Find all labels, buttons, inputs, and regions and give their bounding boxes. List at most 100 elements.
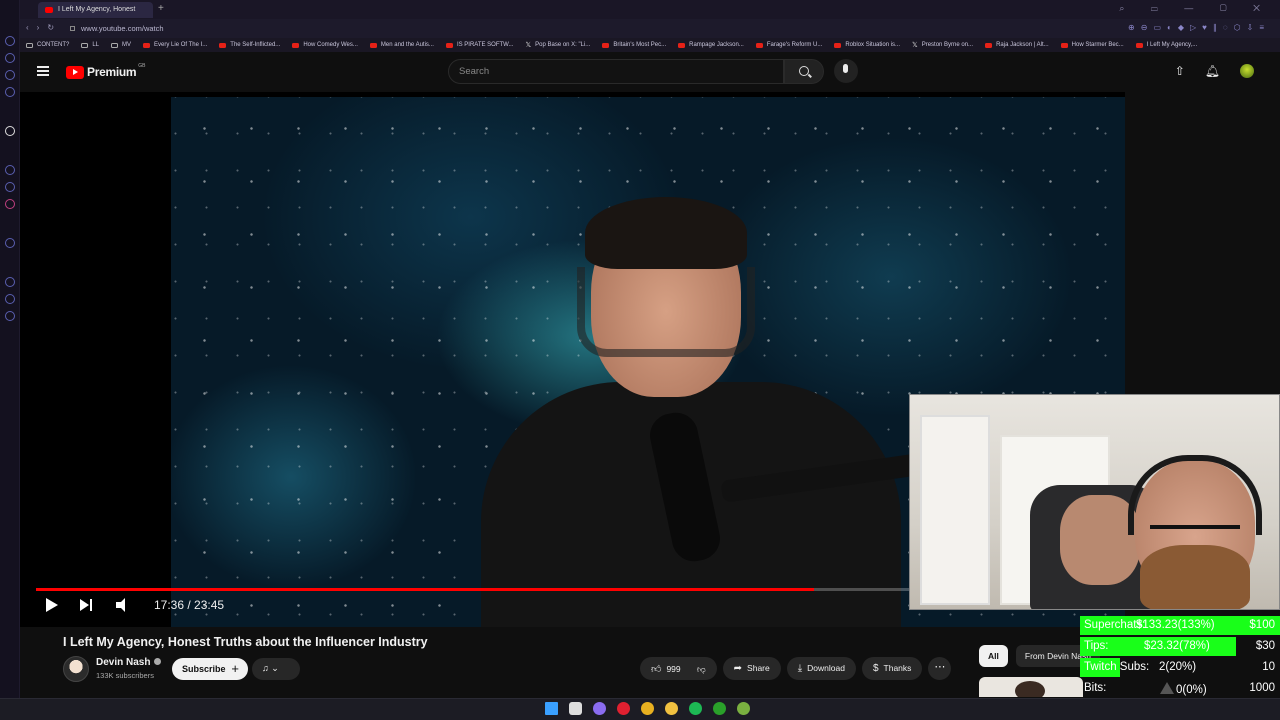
like-button[interactable]: 👍︎ 999 👎︎: [640, 657, 717, 680]
goal-target: $30: [1255, 640, 1275, 652]
youtube-favicon-icon: [602, 42, 610, 48]
bookmark-label: CONTENT?: [37, 42, 70, 48]
file-explorer-icon[interactable]: [665, 702, 678, 715]
bookmark-item[interactable]: Roblox Situation is...: [834, 42, 900, 48]
sidebar-app-icon[interactable]: [5, 238, 15, 248]
video-title: I Left My Agency, Honest Truths about th…: [63, 635, 428, 649]
copilot-icon[interactable]: [593, 702, 606, 715]
navigation-buttons[interactable]: ‹›↻: [26, 23, 62, 32]
sidebar-app-icon[interactable]: [5, 70, 15, 80]
goal-value-wrap: $133.23(133%): [1136, 619, 1215, 631]
video-actions: 👍︎ 999 👎︎ ➦ Share ⤓ Download $ Thanks ⋯: [640, 657, 952, 680]
channel-name: Devin Nash: [96, 657, 151, 668]
bookmark-item[interactable]: Rampage Jackson...: [678, 42, 744, 48]
bookmark-item[interactable]: LL: [81, 42, 99, 48]
bookmark-item[interactable]: The Self-Inflicted...: [219, 42, 280, 48]
bookmark-label: MV: [122, 42, 132, 48]
bookmark-label: LL: [92, 42, 100, 48]
search-input[interactable]: Search: [448, 59, 784, 84]
browser-tab[interactable]: I Left My Agency, Honest: [38, 2, 153, 18]
sidebar-app-icon[interactable]: [5, 87, 15, 97]
youtube-favicon-icon: [219, 42, 227, 48]
chip-all[interactable]: All: [979, 645, 1008, 667]
bookmark-item[interactable]: IS PIRATE SOFTW...: [445, 42, 514, 48]
share-button[interactable]: ➦ Share: [722, 657, 781, 680]
settings-icon[interactable]: [5, 311, 15, 321]
bookmark-item[interactable]: How Starmer Bec...: [1060, 42, 1124, 48]
chevron-down-icon: ⌄: [271, 663, 279, 673]
folder-icon: [111, 42, 119, 48]
bookmark-item[interactable]: Raja Jackson | Alt...: [985, 42, 1049, 48]
sidebar-app-icon[interactable]: [5, 126, 15, 136]
channel-name-row[interactable]: Devin Nash: [96, 657, 162, 668]
bookmark-item[interactable]: How Comedy Wes...: [292, 42, 358, 48]
bookmark-item[interactable]: MV: [111, 42, 131, 48]
sidebar-app-icon[interactable]: [5, 294, 15, 304]
chrome-icon[interactable]: [641, 702, 654, 715]
goal-value: $23.32(78%): [1144, 640, 1210, 652]
goal-label: Tips:: [1084, 640, 1109, 652]
subscribe-button[interactable]: Subscribe +: [172, 658, 248, 680]
channel-avatar[interactable]: [63, 656, 89, 682]
account-avatar[interactable]: [1240, 64, 1254, 78]
thanks-button[interactable]: $ Thanks: [861, 657, 923, 680]
hamburger-menu-icon[interactable]: [37, 66, 49, 76]
download-button[interactable]: ⤓ Download: [786, 657, 856, 680]
folder-icon: [81, 42, 89, 48]
related-video-thumbnail[interactable]: [979, 677, 1083, 697]
new-tab-button[interactable]: +: [158, 3, 164, 14]
bookmark-label: IS PIRATE SOFTW...: [456, 42, 514, 48]
play-icon[interactable]: [46, 598, 58, 612]
extension-icons[interactable]: ⊕⊖▭◐◆▷♥∥◌⬡⇩≡: [1128, 23, 1270, 32]
search-icon[interactable]: [569, 702, 582, 715]
windows-start-icon[interactable]: [545, 702, 558, 715]
search-button[interactable]: [784, 59, 824, 84]
bookmark-item[interactable]: Every Lie Of The I...: [143, 42, 207, 48]
player-controls: 17:36 / 23:45: [46, 598, 224, 612]
instagram-icon[interactable]: [5, 199, 15, 209]
spotify-icon[interactable]: [689, 702, 702, 715]
bookmark-item[interactable]: Farage's Reform U...: [755, 42, 822, 48]
minecraft-icon[interactable]: [737, 702, 750, 715]
xbox-icon[interactable]: [713, 702, 726, 715]
bookmark-label: How Comedy Wes...: [303, 42, 358, 48]
bookmark-item[interactable]: 𝕏 Pop Base on X: "Li...: [526, 41, 591, 49]
bookmark-item[interactable]: CONTENT?: [26, 42, 69, 48]
messenger-icon[interactable]: [5, 182, 15, 192]
sidebar-app-icon[interactable]: [5, 36, 15, 46]
screen: I Left My Agency, Honest + ⌕ ▭ — ▢ ✕ ‹›↻…: [0, 0, 1280, 720]
opera-icon[interactable]: [617, 702, 630, 715]
youtube-favicon-icon: [678, 42, 686, 48]
window-controls[interactable]: ⌕ ▭ — ▢ ✕: [1119, 3, 1272, 14]
sidebar-app-icon[interactable]: [5, 53, 15, 63]
verified-icon: [154, 658, 162, 665]
bookmark-item[interactable]: Men and the Autis...: [369, 42, 434, 48]
bookmark-label: Preston Byrne on...: [921, 42, 974, 48]
bookmark-item[interactable]: 𝕏 Preston Byrne on...: [912, 41, 973, 49]
upload-icon[interactable]: ⇧: [1175, 64, 1185, 78]
youtube-favicon-icon: [45, 7, 53, 13]
x-favicon-icon: 𝕏: [525, 42, 532, 49]
voice-search-icon[interactable]: [834, 59, 858, 83]
download-icon: ⤓: [797, 663, 803, 674]
sidebar-app-icon[interactable]: [5, 165, 15, 175]
subscribe-label: Subscribe: [182, 664, 226, 674]
more-options-icon[interactable]: ⋯: [928, 657, 952, 680]
bookmark-label: How Starmer Bec...: [1071, 42, 1124, 48]
taskbar-icons: [545, 702, 750, 715]
next-icon[interactable]: [80, 598, 94, 612]
notification-settings-button[interactable]: ♫︎ ⌄: [252, 658, 300, 680]
youtube-favicon-icon: [369, 42, 377, 48]
youtube-premium-logo[interactable]: Premium GB: [66, 63, 146, 79]
bookmark-label: Pop Base on X: "Li...: [535, 42, 591, 48]
notifications-bell-icon[interactable]: 🔔︎: [1205, 64, 1220, 78]
bookmark-item[interactable]: I Left My Agency,...: [1135, 42, 1197, 48]
history-icon[interactable]: [5, 277, 15, 287]
video-presenter: [481, 197, 922, 627]
url-field[interactable]: www.youtube.com/watch: [70, 22, 164, 35]
stream-goal-row: Twitch Subs: 2(20%) 10: [1080, 657, 1280, 678]
volume-icon[interactable]: [116, 598, 132, 612]
bookmark-item[interactable]: Britain's Most Pec...: [602, 42, 666, 48]
header-actions: ⇧ 🔔︎: [1175, 64, 1254, 78]
dislike-icon[interactable]: 👎︎: [697, 664, 706, 674]
